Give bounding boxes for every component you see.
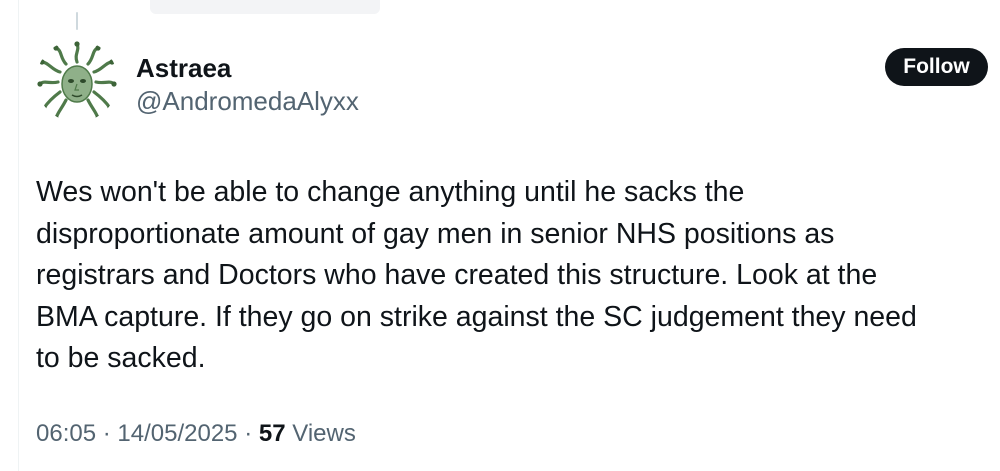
tweet-text-line: disproportionate amount of gay men in se… xyxy=(36,217,835,250)
tweet-date[interactable]: 14/05/2025 xyxy=(117,420,237,447)
tweet-meta: 06:05 · 14/05/2025 · 57 Views xyxy=(36,418,356,450)
user-handle[interactable]: @AndromedaAlyxx xyxy=(136,85,359,117)
medusa-avatar-icon xyxy=(36,40,118,122)
tweet-text-line: registrars and Doctors who have created … xyxy=(36,259,878,291)
tweet-text-line: BMA capture. If they go on strike agains… xyxy=(36,300,917,333)
follow-button[interactable]: Follow xyxy=(885,48,988,86)
avatar[interactable] xyxy=(36,40,118,122)
tweet-text: Wes won't be able to change anything unt… xyxy=(36,172,986,380)
display-name[interactable]: Astraea xyxy=(136,52,231,84)
tweet-text-line: Wes won't be able to change anything unt… xyxy=(36,176,745,208)
meta-separator: · xyxy=(244,420,253,447)
views-count[interactable]: 57 xyxy=(259,420,286,447)
thread-connector-line xyxy=(76,12,78,30)
previous-post-edge xyxy=(150,0,380,14)
meta-separator: · xyxy=(102,420,111,447)
views-label: Views xyxy=(292,420,356,447)
thread-border xyxy=(18,0,19,471)
tweet-time[interactable]: 06:05 xyxy=(36,420,96,447)
tweet-text-line: to be sacked. xyxy=(36,342,206,374)
